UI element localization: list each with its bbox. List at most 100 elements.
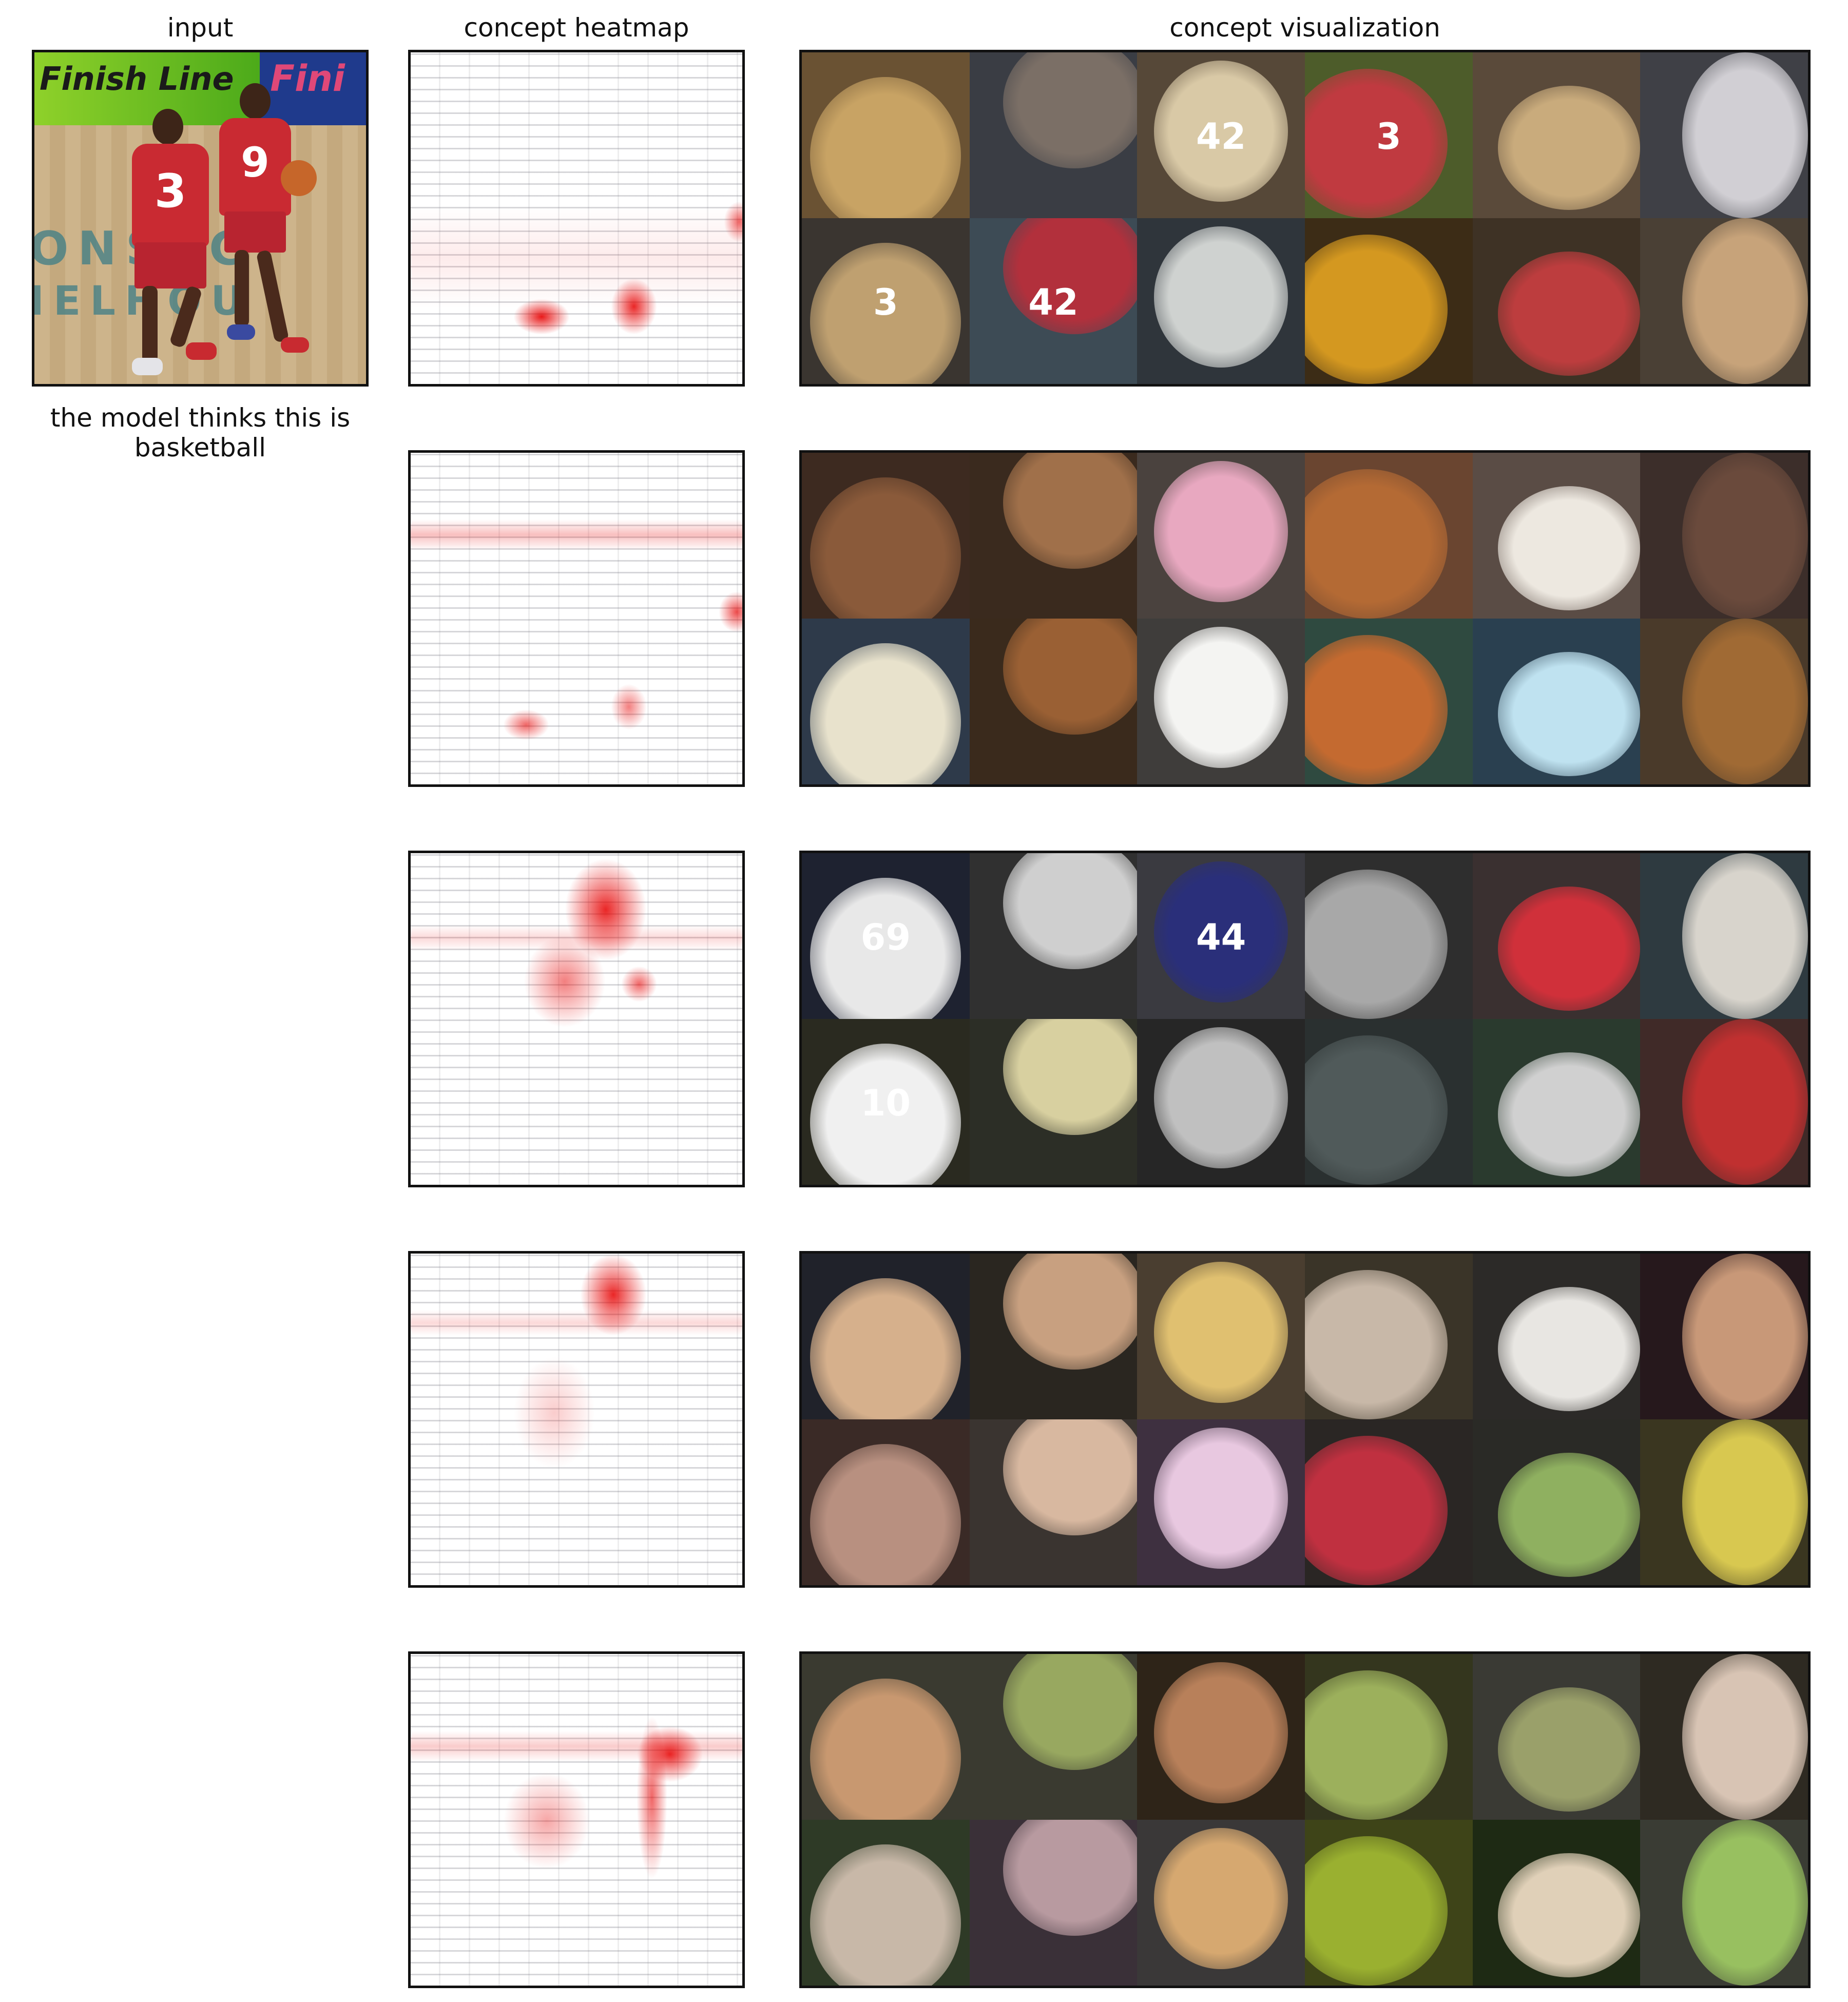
highlighted-region — [1497, 1052, 1641, 1177]
concept-example-tile — [802, 52, 970, 218]
concept-example-tile — [1304, 1254, 1473, 1419]
concept-example-tile — [1304, 1820, 1473, 1986]
concept-example-tile — [1304, 218, 1473, 384]
basketball — [281, 160, 317, 196]
heatmap-title: concept heatmap — [464, 13, 689, 43]
tile-jersey-number: 3 — [1376, 115, 1401, 158]
heatmap-hotspot — [411, 925, 742, 951]
concept-example-tile — [1137, 218, 1305, 384]
highlighted-region — [1304, 1670, 1448, 1820]
concept-example-tile — [802, 453, 970, 619]
highlighted-region — [1497, 1286, 1641, 1411]
highlighted-region — [1304, 635, 1448, 784]
input-image: Finish Line Fini ONSEC IELHOU 9 3 — [32, 50, 369, 387]
concept-example-tile — [1640, 1019, 1808, 1185]
concept-example-tile — [1137, 1254, 1305, 1419]
concept-example-tile — [802, 1254, 970, 1419]
concept-example-tile — [1304, 853, 1473, 1019]
concept-example-tile — [1137, 1019, 1305, 1185]
heatmap-edges — [411, 453, 742, 784]
concept-grid: 42 3 3 42 — [802, 52, 1808, 384]
concept-heatmap-1 — [408, 50, 745, 387]
concept-heatmap-4 — [408, 1251, 745, 1588]
concept-example-tile: 3 — [1304, 52, 1473, 218]
highlighted-region — [1497, 886, 1641, 1011]
highlighted-region — [1003, 1654, 1138, 1770]
jersey-number: 9 — [241, 139, 270, 186]
concept-grid: 69 44 10 — [802, 853, 1808, 1185]
tile-jersey-number: 3 — [873, 281, 898, 323]
highlighted-region — [1153, 627, 1288, 768]
concept-example-tile — [1137, 1820, 1305, 1986]
highlighted-region — [810, 1844, 961, 1986]
highlighted-region — [1153, 226, 1288, 368]
highlighted-region — [1682, 1419, 1808, 1585]
highlighted-region — [1682, 619, 1808, 784]
concept-example-tile — [969, 1820, 1138, 1986]
highlighted-region — [1304, 1836, 1448, 1986]
concept-grid — [802, 1254, 1808, 1585]
concept-example-tile — [802, 1820, 970, 1986]
highlighted-region — [1304, 235, 1448, 384]
concept-visualization-4 — [799, 1251, 1811, 1588]
player-leg — [169, 285, 203, 349]
concept-example-tile — [1472, 453, 1641, 619]
concept-visualization-2 — [799, 450, 1811, 787]
heatmap-hotspot — [621, 966, 657, 1002]
player-head — [152, 109, 183, 145]
player-leg — [235, 250, 249, 327]
concept-heatmap-2 — [408, 450, 745, 787]
highlighted-region — [1304, 1035, 1448, 1185]
concept-example-tile: 42 — [1137, 52, 1305, 218]
highlighted-region — [810, 1444, 961, 1585]
concept-example-tile — [1640, 1419, 1808, 1585]
highlighted-region — [1153, 1662, 1288, 1803]
concept-visualization-1: 42 3 3 42 — [799, 50, 1811, 387]
concept-example-tile — [1640, 1654, 1808, 1820]
highlighted-region — [1682, 1820, 1808, 1986]
concept-example-tile — [802, 1654, 970, 1820]
highlighted-region — [1682, 853, 1808, 1019]
concept-example-tile — [1137, 619, 1305, 784]
tile-jersey-number: 42 — [1028, 281, 1079, 323]
prediction-caption: the model thinks this is basketball — [50, 403, 351, 463]
heatmap-hotspot — [503, 1772, 590, 1870]
concept-example-tile — [1472, 853, 1641, 1019]
highlighted-region — [1682, 1654, 1808, 1820]
concept-example-tile — [1304, 1419, 1473, 1585]
highlighted-region — [1003, 1820, 1138, 1936]
concept-example-tile — [1472, 52, 1641, 218]
concept-example-tile — [1472, 1820, 1641, 1986]
concept-example-tile — [1640, 52, 1808, 218]
highlighted-region — [1003, 453, 1138, 569]
player-head — [240, 83, 271, 119]
concept-example-tile: 10 — [802, 1019, 970, 1185]
concept-example-tile — [1304, 1654, 1473, 1820]
concept-example-tile — [969, 853, 1138, 1019]
player-front: 3 — [122, 109, 224, 384]
highlighted-region — [1003, 1019, 1138, 1135]
highlighted-region — [1304, 870, 1448, 1019]
player-shoe — [281, 337, 309, 353]
highlighted-region — [1153, 461, 1288, 602]
concept-example-tile — [1640, 619, 1808, 784]
highlighted-region — [1304, 1270, 1448, 1419]
highlighted-region — [1682, 1254, 1808, 1419]
tile-jersey-number: 44 — [1196, 916, 1246, 958]
player-leg — [142, 286, 158, 363]
concept-example-tile — [1304, 1019, 1473, 1185]
highlighted-region — [1497, 1687, 1641, 1812]
highlighted-region — [1682, 218, 1808, 384]
highlighted-region — [1003, 52, 1138, 169]
concept-heatmap-5 — [408, 1651, 745, 1988]
concept-example-tile: 42 — [969, 218, 1138, 384]
highlighted-region — [1497, 1853, 1641, 1977]
input-title: input — [167, 13, 234, 43]
highlighted-region — [810, 643, 961, 784]
highlighted-region — [1153, 1262, 1288, 1403]
heatmap-hotspot — [611, 684, 647, 730]
heatmap-hotspot — [411, 1310, 742, 1336]
concept-grid — [802, 1654, 1808, 1986]
concept-example-tile — [1304, 619, 1473, 784]
concept-example-tile: 3 — [802, 218, 970, 384]
